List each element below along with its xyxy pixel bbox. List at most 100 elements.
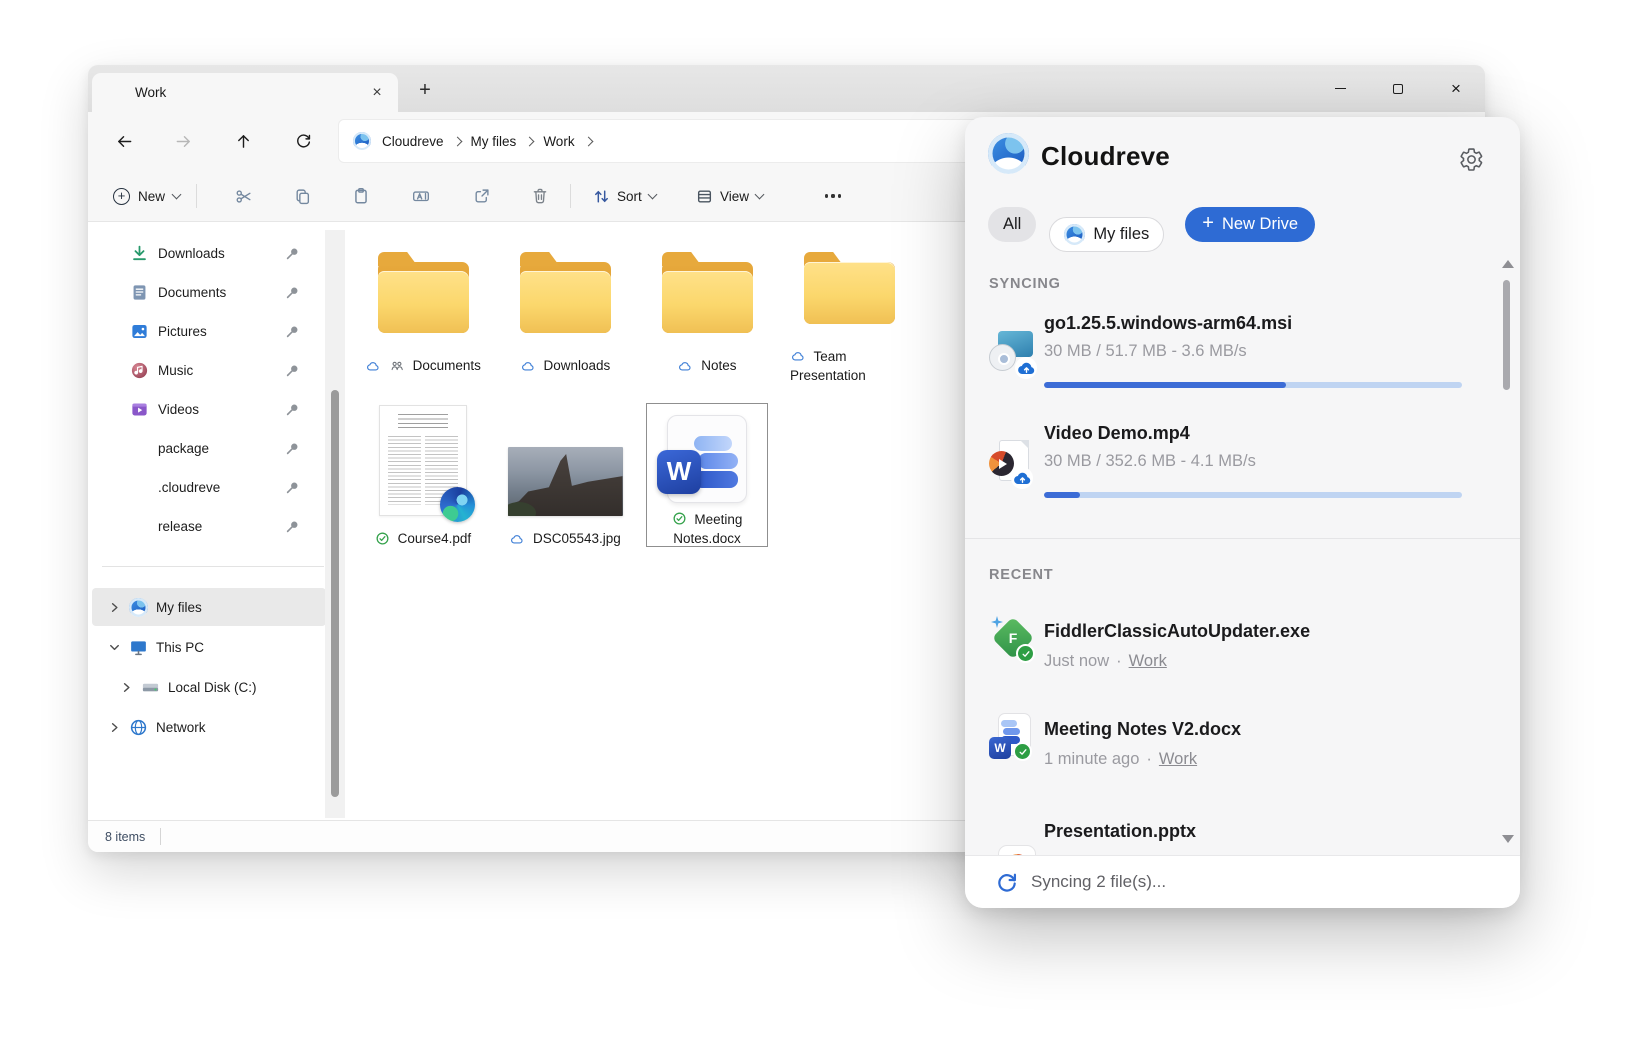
cloud-sync-icon <box>509 533 525 546</box>
sidebar-item-local-disk-c[interactable]: Local Disk (C:) <box>92 668 326 706</box>
sidebar-scrollbar-thumb[interactable] <box>331 390 339 797</box>
folder-tile-downloads[interactable]: Downloads <box>494 236 636 386</box>
minimize-button[interactable] <box>1311 65 1369 112</box>
location-link[interactable]: Work <box>1129 652 1167 671</box>
sidebar-scrollbar[interactable] <box>325 230 345 818</box>
section-divider <box>965 538 1520 539</box>
panel-scrollbar-thumb[interactable] <box>1503 280 1510 390</box>
delete-button[interactable] <box>522 178 558 214</box>
sidebar-item-music[interactable]: Music <box>88 351 338 390</box>
pin-icon[interactable] <box>285 402 300 417</box>
breadcrumb-item-work[interactable]: Work <box>538 134 579 149</box>
folder-icon <box>518 250 613 338</box>
folder-tile-notes[interactable]: Notes <box>636 236 778 386</box>
videos-icon <box>130 400 149 419</box>
sidebar-item-this-pc[interactable]: This PC <box>92 628 326 666</box>
folder-icon <box>802 250 897 329</box>
recent-item-fiddler[interactable]: F FiddlerClassicAutoUpdater.exe Just now… <box>989 609 1462 701</box>
desktop: Work × + × Cloudreve My files Work <box>0 0 1650 1054</box>
progress-bar <box>1044 382 1462 388</box>
pin-icon[interactable] <box>285 285 300 300</box>
chevron-right-icon[interactable] <box>107 720 122 735</box>
plus-icon: + <box>113 188 130 205</box>
folder-icon <box>130 517 149 536</box>
settings-button[interactable] <box>1457 145 1485 173</box>
recent-item-meeting-notes-v2[interactable]: W Meeting Notes V2.docx 1 minute ago · W… <box>989 707 1462 799</box>
sidebar-item-my-files-selected[interactable]: My files <box>92 588 326 626</box>
cloud-sync-icon <box>790 350 806 363</box>
cloudreve-sync-panel: Cloudreve All My files + New Drive SYNCI… <box>965 117 1520 908</box>
sidebar-item-documents[interactable]: Documents <box>88 273 338 312</box>
pin-icon[interactable] <box>285 324 300 339</box>
pictures-icon <box>130 322 149 341</box>
sort-button[interactable]: Sort <box>585 178 664 214</box>
gear-icon <box>1459 147 1484 172</box>
minimize-icon <box>1335 88 1346 90</box>
file-tile-meeting-notes-docx-selected[interactable]: W Meeting Notes.docx <box>636 403 778 549</box>
new-tab-button[interactable]: + <box>410 75 440 105</box>
tab-close-icon[interactable]: × <box>364 80 390 106</box>
tab-my-files[interactable]: My files <box>1049 217 1164 252</box>
synced-check-icon <box>672 511 687 526</box>
close-button[interactable]: × <box>1427 65 1485 112</box>
sidebar-item-network[interactable]: Network <box>92 708 326 746</box>
file-tile-dsc05543-jpg[interactable]: DSC05543.jpg <box>494 403 636 549</box>
tab-all[interactable]: All <box>988 207 1036 242</box>
syncing-section-header: SYNCING <box>989 276 1061 292</box>
pin-icon[interactable] <box>285 519 300 534</box>
sync-item-video[interactable]: Video Demo.mp4 30 MB / 352.6 MB - 4.1 MB… <box>989 423 1462 519</box>
synced-check-badge-icon <box>1013 742 1032 761</box>
tab-title: Work <box>135 85 166 100</box>
cloud-sync-icon <box>520 360 536 373</box>
more-options-button[interactable] <box>814 178 852 214</box>
chevron-down-icon <box>647 190 657 200</box>
pin-icon[interactable] <box>285 441 300 456</box>
sidebar-item-package[interactable]: package <box>88 429 338 468</box>
local-disk-icon <box>141 678 160 697</box>
chevron-down-icon[interactable] <box>107 640 122 655</box>
new-button[interactable]: + New <box>104 178 189 214</box>
cloud-upload-badge-icon <box>1011 467 1033 489</box>
tab-bar: Work × + × <box>88 65 1485 112</box>
refresh-button[interactable] <box>285 123 321 159</box>
view-button[interactable]: View <box>688 178 771 214</box>
sync-item-msi[interactable]: go1.25.5.windows-arm64.msi 30 MB / 51.7 … <box>989 313 1462 409</box>
rename-button[interactable] <box>403 178 439 214</box>
paste-button[interactable] <box>343 178 379 214</box>
breadcrumb-item-cloudreve[interactable]: Cloudreve <box>377 134 449 149</box>
sidebar-item-release[interactable]: release <box>88 507 338 546</box>
pin-icon[interactable] <box>285 363 300 378</box>
scroll-down-icon[interactable] <box>1502 835 1514 843</box>
share-button[interactable] <box>463 178 499 214</box>
chevron-right-icon[interactable] <box>107 600 122 615</box>
sync-progress-icon <box>996 871 1018 893</box>
copy-button[interactable] <box>284 178 320 214</box>
sidebar-item-downloads[interactable]: Downloads <box>88 234 338 273</box>
up-button[interactable] <box>225 123 261 159</box>
breadcrumb-item-my-files[interactable]: My files <box>466 134 522 149</box>
word-logo-badge: W <box>657 450 701 494</box>
sidebar-item-videos[interactable]: Videos <box>88 390 338 429</box>
pin-icon[interactable] <box>285 246 300 261</box>
sidebar-item-pictures[interactable]: Pictures <box>88 312 338 351</box>
panel-title: Cloudreve <box>1041 141 1170 172</box>
maximize-button[interactable] <box>1369 65 1427 112</box>
chevron-right-icon[interactable] <box>119 680 134 695</box>
folder-tile-documents[interactable]: Documents <box>352 236 494 386</box>
documents-icon <box>130 283 149 302</box>
tab-work[interactable]: Work × <box>92 73 398 112</box>
back-button[interactable] <box>106 123 142 159</box>
sidebar-item-cloudreve-folder[interactable]: .cloudreve <box>88 468 338 507</box>
scroll-up-icon[interactable] <box>1502 260 1514 268</box>
location-link[interactable]: Work <box>1159 750 1197 769</box>
progress-bar <box>1044 492 1462 498</box>
forward-button[interactable] <box>165 123 201 159</box>
folder-tile-team-presentation[interactable]: Team Presentation <box>778 236 920 386</box>
sidebar: Downloads Documents Pictures Music <box>88 222 338 820</box>
cloudreve-logo-icon <box>988 133 1029 174</box>
pin-icon[interactable] <box>285 480 300 495</box>
folder-icon <box>376 250 471 338</box>
file-tile-course4-pdf[interactable]: Course4.pdf <box>352 403 494 549</box>
cut-button[interactable] <box>225 178 261 214</box>
new-drive-button[interactable]: + New Drive <box>1185 207 1315 242</box>
